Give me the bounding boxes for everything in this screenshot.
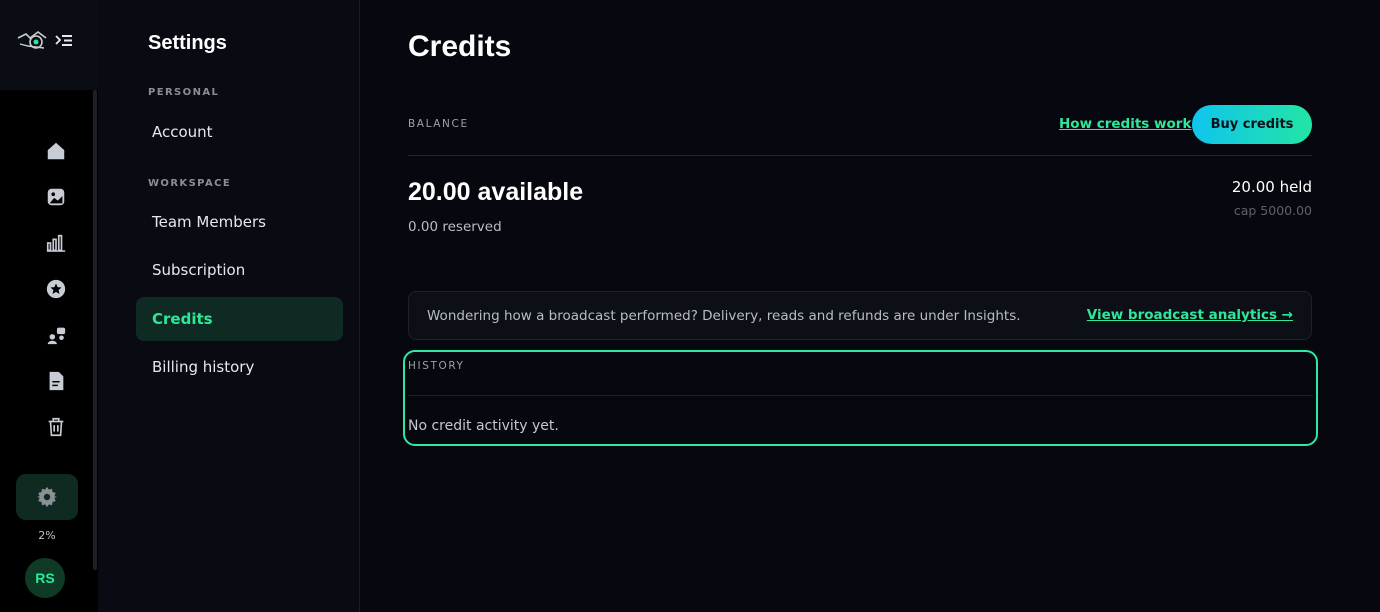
settings-item-subscription[interactable]: Subscription bbox=[136, 248, 343, 292]
history-label: HISTORY bbox=[408, 360, 465, 372]
settings-panel: Settings PERSONAL Account WORKSPACE Team… bbox=[98, 0, 360, 612]
collapse-sidebar-icon[interactable] bbox=[55, 33, 73, 49]
history-divider bbox=[408, 395, 1313, 396]
settings-item-credits[interactable]: Credits bbox=[136, 297, 343, 341]
settings-title: Settings bbox=[148, 32, 227, 54]
users-icon[interactable] bbox=[44, 323, 68, 347]
credit-cap: cap 5000.00 bbox=[1233, 203, 1312, 218]
icon-rail: 2% RS bbox=[0, 0, 98, 612]
avatar[interactable]: RS bbox=[25, 558, 65, 598]
buy-credits-button[interactable]: Buy credits bbox=[1192, 105, 1312, 144]
info-text: Wondering how a broadcast performed? Del… bbox=[427, 308, 1021, 324]
history-section: HISTORY No credit activity yet. bbox=[403, 350, 1318, 446]
document-icon[interactable] bbox=[44, 369, 68, 393]
gear-icon bbox=[36, 486, 58, 508]
rail-scrollbar[interactable] bbox=[93, 90, 97, 570]
balance-divider bbox=[408, 155, 1312, 156]
available-balance: 20.00 available bbox=[408, 178, 584, 206]
insights-info-banner: Wondering how a broadcast performed? Del… bbox=[408, 291, 1312, 340]
settings-item-billing-history[interactable]: Billing history bbox=[136, 345, 343, 389]
chart-icon[interactable] bbox=[44, 231, 68, 255]
logo-icon[interactable] bbox=[16, 28, 50, 52]
history-empty-message: No credit activity yet. bbox=[408, 418, 559, 434]
home-icon[interactable] bbox=[44, 139, 68, 163]
trash-icon[interactable] bbox=[44, 415, 68, 439]
view-broadcast-analytics-link[interactable]: View broadcast analytics → bbox=[1087, 307, 1293, 323]
settings-item-account[interactable]: Account bbox=[136, 110, 343, 154]
usage-percent: 2% bbox=[38, 529, 56, 542]
how-credits-work-link[interactable]: How credits work bbox=[1059, 116, 1191, 132]
held-balance: 20.00 held bbox=[1231, 178, 1312, 196]
section-label-workspace: WORKSPACE bbox=[148, 178, 232, 189]
main-content: Credits BALANCE How credits work Buy cre… bbox=[360, 0, 1380, 612]
settings-item-team-members[interactable]: Team Members bbox=[136, 200, 343, 244]
settings-nav-button[interactable] bbox=[16, 474, 78, 520]
star-icon[interactable] bbox=[44, 277, 68, 301]
page-title: Credits bbox=[408, 30, 512, 63]
reserved-balance: 0.00 reserved bbox=[408, 219, 502, 235]
balance-label: BALANCE bbox=[408, 118, 469, 130]
image-icon[interactable] bbox=[44, 185, 68, 209]
rail-header bbox=[0, 0, 98, 90]
section-label-personal: PERSONAL bbox=[148, 87, 220, 98]
